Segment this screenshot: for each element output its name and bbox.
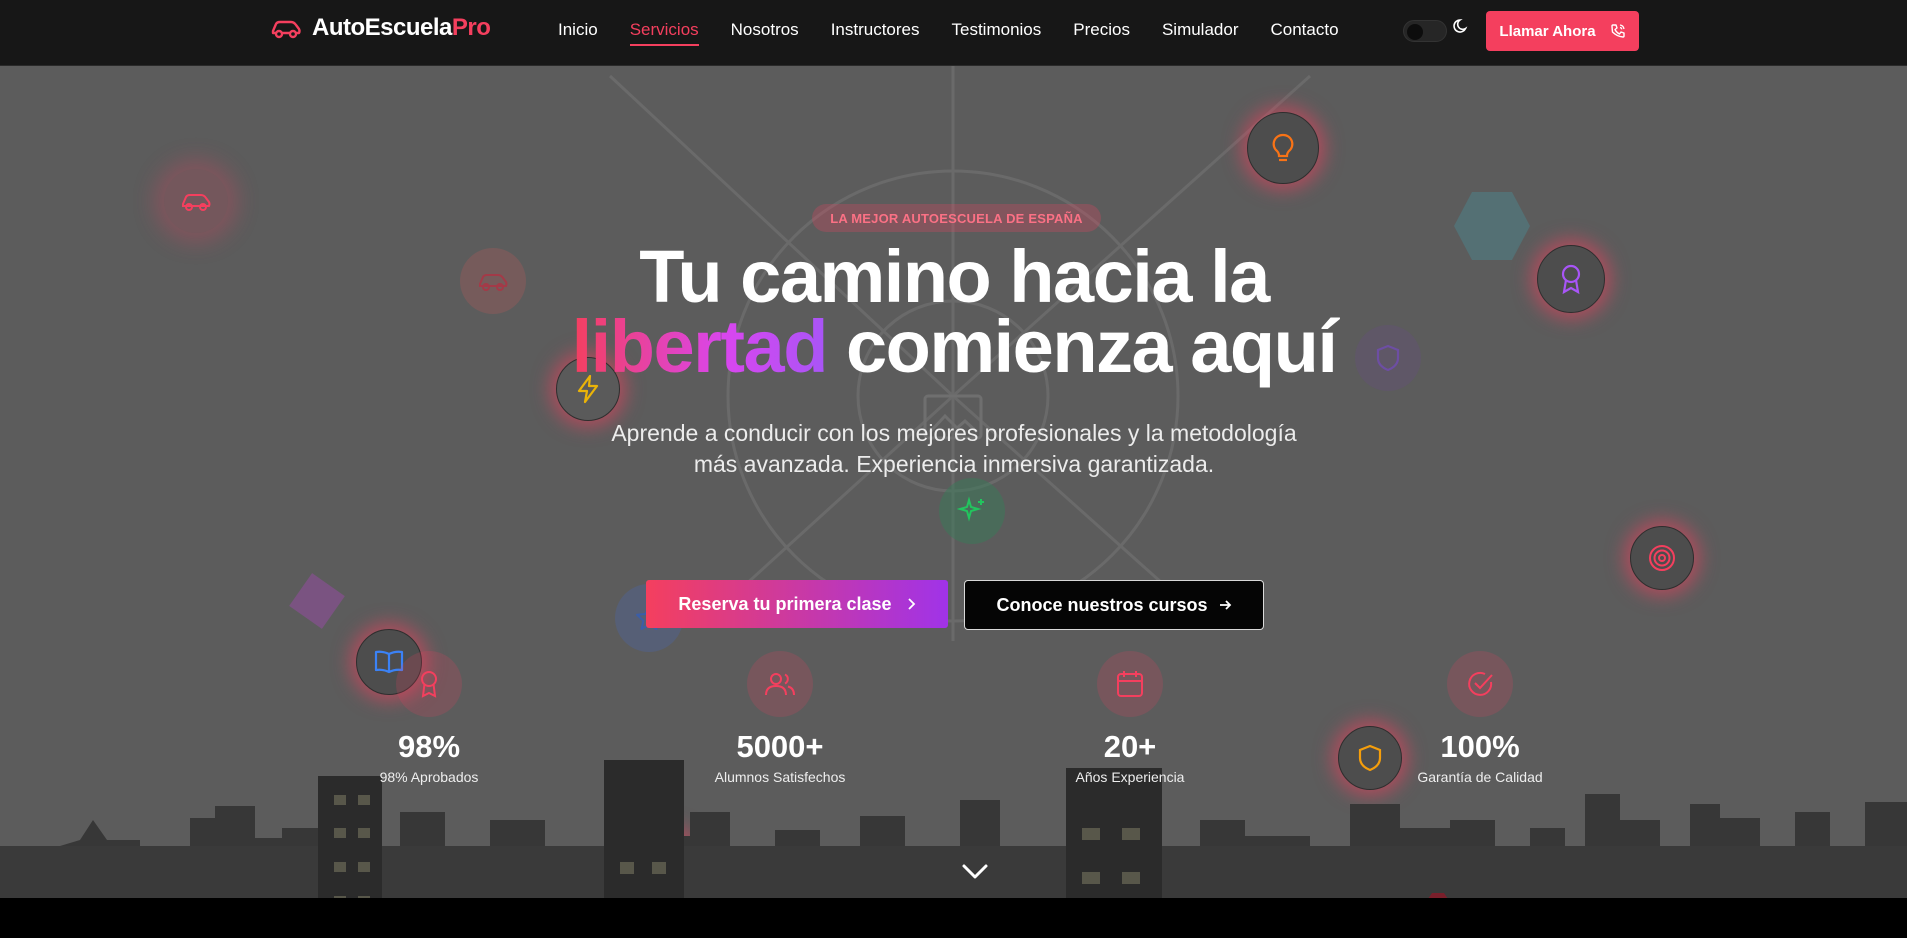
nav-item-precios[interactable]: Precios [1073, 20, 1130, 46]
toggle-knob [1407, 24, 1423, 40]
stat-quality: 100% Garantía de Calidad [1360, 651, 1600, 785]
hero-title-line2: comienza aquí [826, 305, 1338, 388]
stat-approved: 98% 98% Aprobados [309, 651, 549, 785]
scroll-down-chevron-icon[interactable] [961, 862, 989, 882]
nav-item-nosotros[interactable]: Nosotros [731, 20, 799, 46]
floating-sparkle-icon [939, 478, 1005, 544]
call-now-button[interactable]: Llamar Ahora [1486, 11, 1639, 51]
stat-circle [1447, 651, 1513, 717]
stat-label: Alumnos Satisfechos [714, 769, 846, 785]
floating-medal-icon [1537, 245, 1605, 313]
brand-accent: Pro [451, 14, 491, 41]
navbar: AutoEscuelaPro Inicio Servicios Nosotros… [0, 0, 1907, 66]
users-icon [765, 673, 795, 696]
nav-item-inicio[interactable]: Inicio [558, 20, 598, 46]
hero-badge: LA MEJOR AUTOESCUELA DE ESPAÑA [812, 204, 1101, 232]
stat-students: 5000+ Alumnos Satisfechos [660, 651, 900, 785]
moon-icon [1453, 19, 1468, 33]
stat-experience: 20+ Años Experiencia [1010, 651, 1250, 785]
brand-logo[interactable]: AutoEscuelaPro [270, 14, 491, 42]
nav-item-servicios[interactable]: Servicios [629, 20, 699, 46]
book-first-class-button[interactable]: Reserva tu primera clase [646, 580, 948, 628]
main-nav: Inicio Servicios Nosotros Instructores T… [540, 20, 1353, 46]
stat-circle [747, 651, 813, 717]
road-car-decoration [1428, 893, 1448, 898]
nav-item-simulador[interactable]: Simulador [1162, 20, 1239, 46]
footer-strip [0, 898, 1907, 938]
call-now-label: Llamar Ahora [1499, 22, 1596, 40]
hexagon-shape [1452, 190, 1532, 267]
stat-circle [396, 651, 462, 717]
nav-item-contacto[interactable]: Contacto [1271, 20, 1339, 46]
stat-label: Garantía de Calidad [1417, 769, 1543, 785]
arrow-right-icon [1219, 600, 1231, 610]
hero-subtitle: Aprende a conducir con los mejores profe… [554, 418, 1354, 480]
stat-label: Años Experiencia [1075, 769, 1185, 785]
floating-car-icon [164, 169, 228, 233]
check-circle-icon [1468, 671, 1493, 696]
floating-lightbulb-icon [1247, 112, 1319, 184]
stat-value: 100% [1440, 729, 1520, 764]
stat-value: 5000+ [736, 729, 824, 764]
diamond-shape [280, 564, 354, 643]
book-first-class-label: Reserva tu primera clase [678, 593, 892, 614]
car-logo-icon [271, 20, 301, 39]
hero-subtitle-line2: más avanzada. Experiencia inmersiva gara… [693, 451, 1215, 477]
floating-graduation-cap-icon [631, 830, 697, 896]
stat-value: 20+ [1103, 729, 1157, 764]
award-icon [421, 671, 437, 698]
hero-title-highlight: libertad [571, 305, 829, 388]
radial-background-decoration [608, 66, 1312, 641]
chevron-right-icon [907, 598, 915, 610]
brand-name: AutoEscuela [312, 14, 452, 41]
phone-icon [1610, 24, 1625, 38]
view-courses-button[interactable]: Conoce nuestros cursos [964, 580, 1264, 630]
hero-title: Tu camino hacia la libertad comienza aqu… [454, 240, 1454, 384]
stat-value: 98% [397, 729, 461, 764]
theme-toggle[interactable] [1403, 20, 1447, 42]
floating-target-icon [1630, 526, 1694, 590]
calendar-icon [1117, 671, 1143, 697]
hero-subtitle-line1: Aprende a conducir con los mejores profe… [611, 420, 1297, 446]
view-courses-label: Conoce nuestros cursos [996, 594, 1208, 615]
stat-circle [1097, 651, 1163, 717]
hero-section: LA MEJOR AUTOESCUELA DE ESPAÑA Tu camino… [0, 66, 1907, 898]
nav-item-testimonios[interactable]: Testimonios [952, 20, 1042, 46]
stat-label: 98% Aprobados [379, 769, 479, 785]
nav-item-instructores[interactable]: Instructores [831, 20, 920, 46]
